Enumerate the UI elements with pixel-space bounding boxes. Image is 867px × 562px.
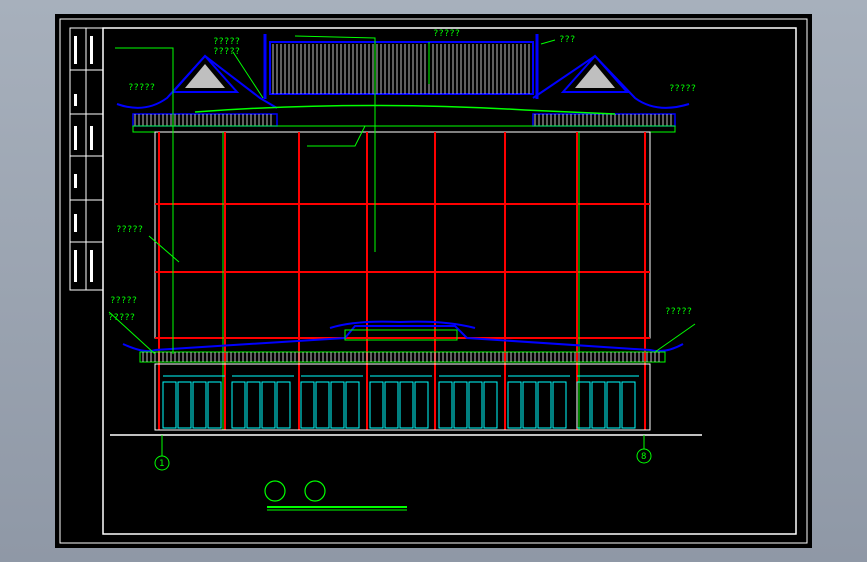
glass-panel (414, 381, 429, 429)
lower-roof (122, 320, 684, 363)
main-roof (263, 34, 539, 99)
glass-panel (453, 381, 468, 429)
glass-panel (246, 381, 261, 429)
right-lower-label: ????? (665, 307, 692, 317)
sheet-outer-border (59, 18, 808, 544)
svg-text:8: 8 (641, 452, 646, 462)
glass-panel (399, 381, 414, 429)
title-strip (69, 27, 104, 291)
left-wall-label: ????? (116, 225, 143, 235)
glass-panel (438, 381, 453, 429)
drawing-viewport[interactable]: ????? ????? ????? ??? ????? ????? ????? … (55, 14, 812, 548)
upper-eave-band (132, 104, 676, 133)
glass-panel (231, 381, 246, 429)
glass-panel (162, 381, 177, 429)
glass-panel (261, 381, 276, 429)
right-gable-roof (532, 54, 690, 127)
cad-application-window: ????? ????? ????? ??? ????? ????? ????? … (0, 0, 867, 562)
glass-panel (207, 381, 222, 429)
glass-panel (606, 381, 621, 429)
glass-panel (177, 381, 192, 429)
left-eave-label: ????? (128, 83, 155, 93)
glass-panel (537, 381, 552, 429)
axis-marker-left: 1 (154, 435, 170, 471)
facade-frame (154, 131, 651, 430)
glass-panel (552, 381, 567, 429)
elevation-drawing[interactable]: ????? ????? ????? ??? ????? ????? ????? … (55, 14, 812, 548)
glass-panel (483, 381, 498, 429)
svg-text:1: 1 (159, 459, 164, 469)
glass-panel (330, 381, 345, 429)
right-top-label: ??? (559, 35, 575, 45)
glass-panel (384, 381, 399, 429)
storefront (154, 363, 651, 431)
drawing-title-block (264, 480, 407, 511)
left-lower-label-a: ????? (110, 296, 137, 306)
glass-panel (468, 381, 483, 429)
left-gable-label-a: ????? (213, 37, 240, 47)
title-circle-1 (264, 480, 286, 502)
glass-panel (300, 381, 315, 429)
right-eave-label: ????? (669, 84, 696, 94)
glass-panel (315, 381, 330, 429)
sheet-inner-border (102, 27, 797, 535)
glass-panel (621, 381, 636, 429)
glass-panel (591, 381, 606, 429)
axis-marker-right: 8 (636, 435, 652, 464)
roof-ridge-label: ????? (433, 29, 460, 39)
glass-panel (369, 381, 384, 429)
glass-panel (345, 381, 360, 429)
glass-panel (507, 381, 522, 429)
title-circle-2 (304, 480, 326, 502)
glass-panel (192, 381, 207, 429)
glass-panel (276, 381, 291, 429)
left-lower-label-b: ????? (108, 313, 135, 323)
left-gable-label-b: ????? (213, 47, 240, 57)
glass-panel (522, 381, 537, 429)
